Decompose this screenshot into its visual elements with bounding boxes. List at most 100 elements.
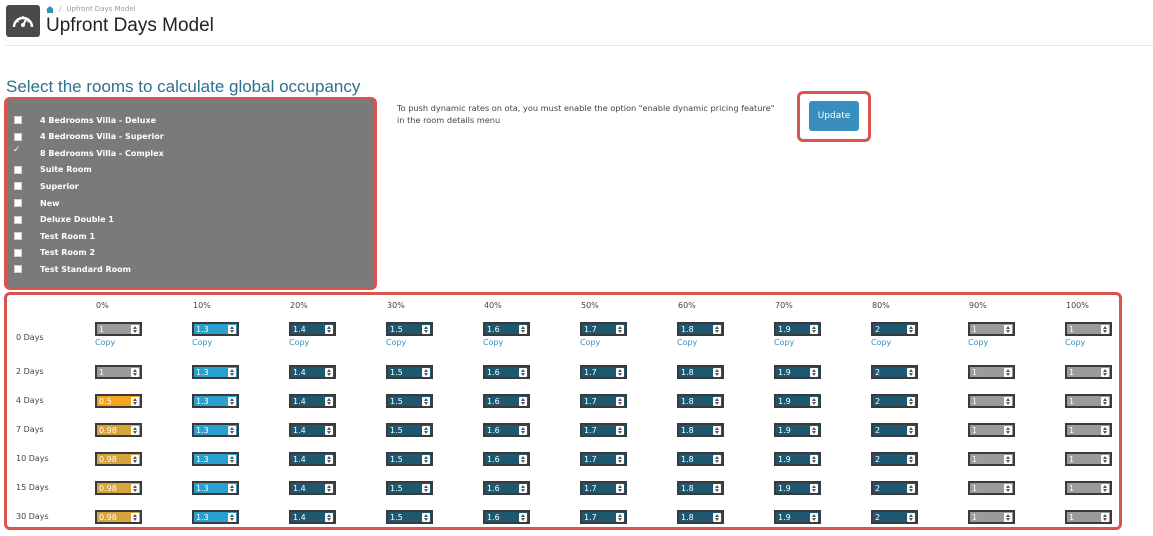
spinner-icon[interactable]: [228, 455, 236, 464]
spinner-icon[interactable]: [422, 455, 430, 464]
spinner-icon[interactable]: [228, 397, 236, 406]
spinner-icon[interactable]: [907, 325, 915, 334]
room-checkbox[interactable]: [14, 215, 22, 224]
room-option[interactable]: 8 Bedrooms Villa - Complex: [13, 145, 164, 161]
multiplier-input[interactable]: 1: [968, 423, 1015, 437]
multiplier-input[interactable]: 1.5: [386, 394, 433, 408]
multiplier-input[interactable]: 1: [968, 452, 1015, 466]
spinner-icon[interactable]: [1101, 484, 1109, 493]
multiplier-input[interactable]: 1.3: [192, 322, 239, 336]
spinner-icon[interactable]: [1004, 368, 1012, 377]
spinner-icon[interactable]: [713, 397, 721, 406]
spinner-icon[interactable]: [907, 513, 915, 522]
spinner-icon[interactable]: [519, 325, 527, 334]
multiplier-input[interactable]: 1: [968, 394, 1015, 408]
room-option[interactable]: Suite Room: [14, 162, 92, 178]
multiplier-input[interactable]: 1: [95, 365, 142, 379]
copy-link[interactable]: Copy: [580, 338, 600, 347]
multiplier-input[interactable]: 1.6: [483, 365, 530, 379]
multiplier-input[interactable]: 1.4: [289, 365, 336, 379]
spinner-icon[interactable]: [422, 397, 430, 406]
multiplier-input[interactable]: 2: [871, 365, 918, 379]
copy-link[interactable]: Copy: [289, 338, 309, 347]
spinner-icon[interactable]: [228, 484, 236, 493]
spinner-icon[interactable]: [810, 513, 818, 522]
multiplier-input[interactable]: 1.6: [483, 452, 530, 466]
spinner-icon[interactable]: [325, 455, 333, 464]
copy-link[interactable]: Copy: [95, 338, 115, 347]
multiplier-input[interactable]: 1.4: [289, 481, 336, 495]
spinner-icon[interactable]: [325, 397, 333, 406]
multiplier-input[interactable]: 1.3: [192, 452, 239, 466]
spinner-icon[interactable]: [1004, 325, 1012, 334]
spinner-icon[interactable]: [325, 325, 333, 334]
spinner-icon[interactable]: [713, 368, 721, 377]
room-option[interactable]: 4 Bedrooms Villa - Superior: [14, 129, 164, 145]
spinner-icon[interactable]: [907, 455, 915, 464]
multiplier-input[interactable]: 1.3: [192, 394, 239, 408]
spinner-icon[interactable]: [713, 484, 721, 493]
room-checkbox[interactable]: [14, 199, 22, 207]
spinner-icon[interactable]: [1101, 397, 1109, 406]
multiplier-input[interactable]: 1.4: [289, 423, 336, 437]
multiplier-input[interactable]: 1: [1065, 510, 1112, 524]
spinner-icon[interactable]: [131, 484, 139, 493]
spinner-icon[interactable]: [713, 426, 721, 435]
multiplier-input[interactable]: 2: [871, 481, 918, 495]
multiplier-input[interactable]: 1: [968, 365, 1015, 379]
multiplier-input[interactable]: 1.8: [677, 394, 724, 408]
multiplier-input[interactable]: 1.5: [386, 365, 433, 379]
multiplier-input[interactable]: 1.3: [192, 423, 239, 437]
multiplier-input[interactable]: 0.98: [95, 510, 142, 524]
spinner-icon[interactable]: [422, 368, 430, 377]
spinner-icon[interactable]: [325, 484, 333, 493]
copy-link[interactable]: Copy: [386, 338, 406, 347]
multiplier-input[interactable]: 0.5: [95, 394, 142, 408]
multiplier-input[interactable]: 1.5: [386, 481, 433, 495]
copy-link[interactable]: Copy: [774, 338, 794, 347]
spinner-icon[interactable]: [228, 426, 236, 435]
multiplier-input[interactable]: 2: [871, 510, 918, 524]
room-checkbox[interactable]: [14, 116, 22, 124]
multiplier-input[interactable]: 1: [968, 322, 1015, 336]
spinner-icon[interactable]: [616, 513, 624, 522]
spinner-icon[interactable]: [131, 513, 139, 522]
room-option[interactable]: Test Standard Room: [14, 261, 131, 277]
spinner-icon[interactable]: [810, 484, 818, 493]
spinner-icon[interactable]: [519, 455, 527, 464]
multiplier-input[interactable]: 2: [871, 322, 918, 336]
spinner-icon[interactable]: [616, 368, 624, 377]
spinner-icon[interactable]: [713, 455, 721, 464]
spinner-icon[interactable]: [519, 484, 527, 493]
spinner-icon[interactable]: [1004, 484, 1012, 493]
multiplier-input[interactable]: 2: [871, 394, 918, 408]
multiplier-input[interactable]: 1.7: [580, 423, 627, 437]
spinner-icon[interactable]: [131, 426, 139, 435]
room-option[interactable]: 4 Bedrooms Villa - Deluxe: [14, 112, 156, 128]
multiplier-input[interactable]: 1.6: [483, 394, 530, 408]
update-button[interactable]: Update: [809, 101, 859, 131]
multiplier-input[interactable]: 1.8: [677, 365, 724, 379]
spinner-icon[interactable]: [907, 484, 915, 493]
spinner-icon[interactable]: [810, 455, 818, 464]
spinner-icon[interactable]: [713, 513, 721, 522]
multiplier-input[interactable]: 1.9: [774, 452, 821, 466]
spinner-icon[interactable]: [519, 368, 527, 377]
multiplier-input[interactable]: 1.3: [192, 481, 239, 495]
spinner-icon[interactable]: [131, 455, 139, 464]
multiplier-input[interactable]: 1.7: [580, 481, 627, 495]
spinner-icon[interactable]: [907, 397, 915, 406]
multiplier-input[interactable]: 1.8: [677, 481, 724, 495]
multiplier-input[interactable]: 1.8: [677, 510, 724, 524]
multiplier-input[interactable]: 0.98: [95, 423, 142, 437]
multiplier-input[interactable]: 2: [871, 452, 918, 466]
multiplier-input[interactable]: 1.8: [677, 423, 724, 437]
multiplier-input[interactable]: 1: [1065, 322, 1112, 336]
spinner-icon[interactable]: [1004, 426, 1012, 435]
spinner-icon[interactable]: [325, 513, 333, 522]
copy-link[interactable]: Copy: [1065, 338, 1085, 347]
multiplier-input[interactable]: 1.6: [483, 481, 530, 495]
multiplier-input[interactable]: 1.9: [774, 365, 821, 379]
multiplier-input[interactable]: 1.9: [774, 394, 821, 408]
spinner-icon[interactable]: [810, 426, 818, 435]
